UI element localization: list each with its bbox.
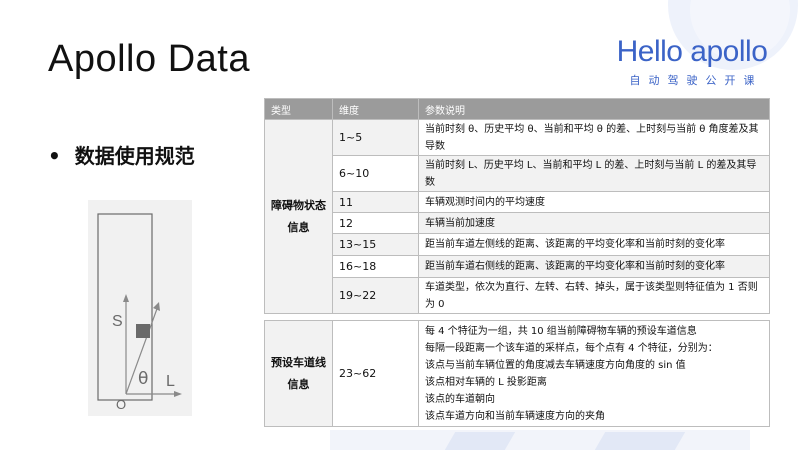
decorative-stripe (444, 432, 516, 450)
table-header-row: 类型 维度 参数说明 (264, 98, 770, 120)
bullet-dot: • (48, 144, 61, 168)
logo-subtitle: 自动驾驶公开课 (629, 74, 763, 87)
bullet-text: 数据使用规范 (74, 144, 195, 168)
description-cell: 当前时刻 L、历史平均 L、当前和平均 L 的差、上时刻与当前 L 的差及其导数 (418, 155, 770, 192)
dimension-cell: 1~5 (332, 119, 419, 156)
decorative-stripe (594, 432, 686, 450)
vehicle-marker (136, 324, 150, 338)
description-cell: 当前时刻 θ、历史平均 θ、当前和平均 θ 的差、上时刻与当前 θ 角度差及其导… (418, 119, 770, 156)
obstacle-state-group-label: 障碍物状态信息 (264, 119, 333, 314)
description-cell: 车辆观测时间内的平均速度 (418, 191, 770, 213)
description-line: 该点与当前车辆位置的角度减去车辆速度方向角度的 sin 值 (425, 359, 686, 371)
description-line: 该点相对车辆的 L 投影距离 (425, 376, 547, 388)
dimension-cell: 19~22 (332, 277, 419, 314)
table-row: 16~18 距当前车道右侧线的距离、该距离的平均变化率和当前时刻的变化率 (265, 255, 770, 278)
obstacle-state-table: 类型 维度 参数说明 障碍物状态信息 1~5 当前时刻 θ、历史平均 θ、当前和… (264, 98, 770, 314)
dimension-cell: 6~10 (332, 155, 419, 192)
l-axis-label: L (166, 373, 175, 390)
header-dimension: 维度 (332, 98, 419, 120)
header-description: 参数说明 (418, 98, 770, 120)
l-axis-arrow (174, 391, 182, 397)
dimension-cell: 16~18 (332, 255, 419, 278)
lane-description-cell: 每 4 个特征为一组，共 10 组当前障碍物车辆的预设车道信息 每隔一段距离一个… (418, 320, 770, 427)
lane-info-table: 预设车道线信息 23~62 每 4 个特征为一组，共 10 组当前障碍物车辆的预… (264, 320, 770, 427)
table-row: 6~10 当前时刻 L、历史平均 L、当前和平均 L 的差、上时刻与当前 L 的… (265, 155, 770, 192)
description-cell: 距当前车道右侧线的距离、该距离的平均变化率和当前时刻的变化率 (418, 255, 770, 278)
description-cell: 车辆当前加速度 (418, 212, 770, 234)
table-row: 12 车辆当前加速度 (265, 212, 770, 234)
description-cell: 距当前车道左侧线的距离、该距离的平均变化率和当前时刻的变化率 (418, 233, 770, 256)
decorative-band (330, 430, 750, 450)
table-row: 13~15 距当前车道左侧线的距离、该距离的平均变化率和当前时刻的变化率 (265, 233, 770, 256)
dimension-cell: 13~15 (332, 233, 419, 256)
table-row: 11 车辆观测时间内的平均速度 (265, 191, 770, 213)
bullet-item: • 数据使用规范 (48, 140, 195, 169)
dimension-cell: 11 (332, 191, 419, 213)
theta-label: θ (138, 369, 148, 389)
description-line: 该点的车道朝向 (425, 393, 495, 405)
hello-apollo-logo: Hello apollo 自动驾驶公开课 (612, 36, 772, 88)
description-line: 每 4 个特征为一组，共 10 组当前障碍物车辆的预设车道信息 (425, 325, 697, 337)
origin-label: O (116, 397, 126, 412)
dimension-cell: 23~62 (332, 320, 419, 427)
lane-info-group-label: 预设车道线信息 (264, 320, 333, 427)
table-row: 障碍物状态信息 1~5 当前时刻 θ、历史平均 θ、当前和平均 θ 的差、上时刻… (264, 119, 770, 314)
lane-coordinate-diagram: S θ L O (97, 213, 182, 412)
s-axis-label: S (112, 313, 123, 330)
description-line: 该点车道方向和当前车辆速度方向的夹角 (425, 410, 605, 422)
lane-coordinate-figure: S θ L O (88, 200, 192, 416)
s-axis-arrow (123, 294, 129, 302)
table-row: 预设车道线信息 23~62 每 4 个特征为一组，共 10 组当前障碍物车辆的预… (264, 320, 770, 427)
header-type: 类型 (264, 98, 333, 120)
description-cell: 车道类型，依次为直行、左转、右转、掉头，属于该类型则特征值为 1 否则为 0 (418, 277, 770, 314)
dimension-cell: 12 (332, 212, 419, 234)
table-row: 19~22 车道类型，依次为直行、左转、右转、掉头，属于该类型则特征值为 1 否… (265, 277, 770, 314)
logo-wordmark: Hello apollo (616, 35, 768, 68)
description-line: 每隔一段距离一个该车道的采样点，每个点有 4 个特征，分别为： (425, 342, 718, 354)
slide-title: Apollo Data (48, 38, 250, 80)
